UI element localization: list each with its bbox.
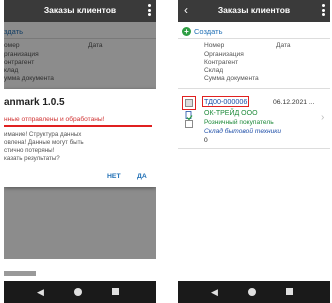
order-warehouse: Склад бытовой техники — [204, 128, 282, 135]
divider — [178, 88, 330, 89]
nav-recents-icon[interactable] — [112, 288, 119, 295]
order-organization: ОК-ТРЕЙД ООО — [204, 110, 258, 117]
app-bar-title: Заказы клиентов — [43, 5, 117, 15]
row-flag-checkbox[interactable] — [185, 120, 193, 128]
column-warehouse: Склад — [204, 67, 224, 74]
column-number: Номер — [204, 42, 225, 49]
dialog-body: имание! Структура данных овлена! Данные … — [4, 131, 144, 163]
app-bar: Заказы клиентов — [4, 0, 156, 22]
create-label: Создать — [194, 26, 223, 36]
scroll-stub — [4, 271, 36, 276]
order-sum: 0 — [204, 137, 208, 144]
left-phone-screen: Заказы клиентов здать омер Дата рганизац… — [4, 0, 156, 303]
overflow-menu-icon[interactable] — [146, 4, 152, 18]
column-counterparty: Контрагент — [204, 59, 239, 66]
column-date: Дата — [276, 42, 291, 49]
dialog-title: anmark 1.0.5 — [4, 97, 65, 108]
overflow-menu-icon[interactable] — [320, 4, 326, 18]
order-number-link[interactable]: ТД00-000006 — [202, 96, 250, 107]
column-document-sum: Сумма документа — [204, 75, 259, 82]
dialog-body-line: имание! Структура данных — [4, 131, 82, 138]
highlight-underline — [4, 125, 152, 127]
app-bar-title: Заказы клиентов — [217, 5, 291, 15]
divider — [178, 148, 330, 149]
posted-document-icon — [185, 111, 193, 120]
dialog-body-line: казать результаты? — [4, 155, 60, 162]
nav-home-icon[interactable] — [74, 288, 82, 296]
dialog-status-message: нные отправлены и обработаны! — [4, 116, 105, 123]
column-organization: Организация — [204, 51, 244, 58]
right-phone-screen: ‹ Заказы клиентов + Создать Номер Дата О… — [178, 0, 330, 303]
app-bar: ‹ Заказы клиентов — [178, 0, 330, 22]
checkbox-highlight — [182, 96, 196, 110]
divider — [178, 38, 330, 39]
dialog-body-line: стично потеряны! — [4, 147, 55, 154]
order-counterparty: Розничный покупатель — [204, 119, 274, 126]
dialog-yes-button[interactable]: ДА — [137, 173, 147, 180]
dialog-body-line: овлена! Данные могут быть — [4, 139, 84, 146]
system-nav-bar: ◀ — [4, 281, 156, 303]
nav-back-icon[interactable]: ◀ — [211, 287, 218, 297]
plus-icon: + — [182, 26, 191, 36]
order-date: 06.12.2021 ... — [273, 99, 315, 106]
create-button[interactable]: + Создать — [182, 25, 223, 37]
nav-home-icon[interactable] — [248, 288, 256, 296]
nav-back-icon[interactable]: ◀ — [37, 287, 44, 297]
nav-recents-icon[interactable] — [286, 288, 293, 295]
empty-area — [4, 259, 156, 281]
system-nav-bar: ◀ — [178, 281, 330, 303]
sync-result-dialog: anmark 1.0.5 нные отправлены и обработан… — [4, 89, 156, 187]
dialog-no-button[interactable]: НЕТ — [107, 173, 121, 180]
row-chevron-icon: › — [321, 112, 325, 123]
